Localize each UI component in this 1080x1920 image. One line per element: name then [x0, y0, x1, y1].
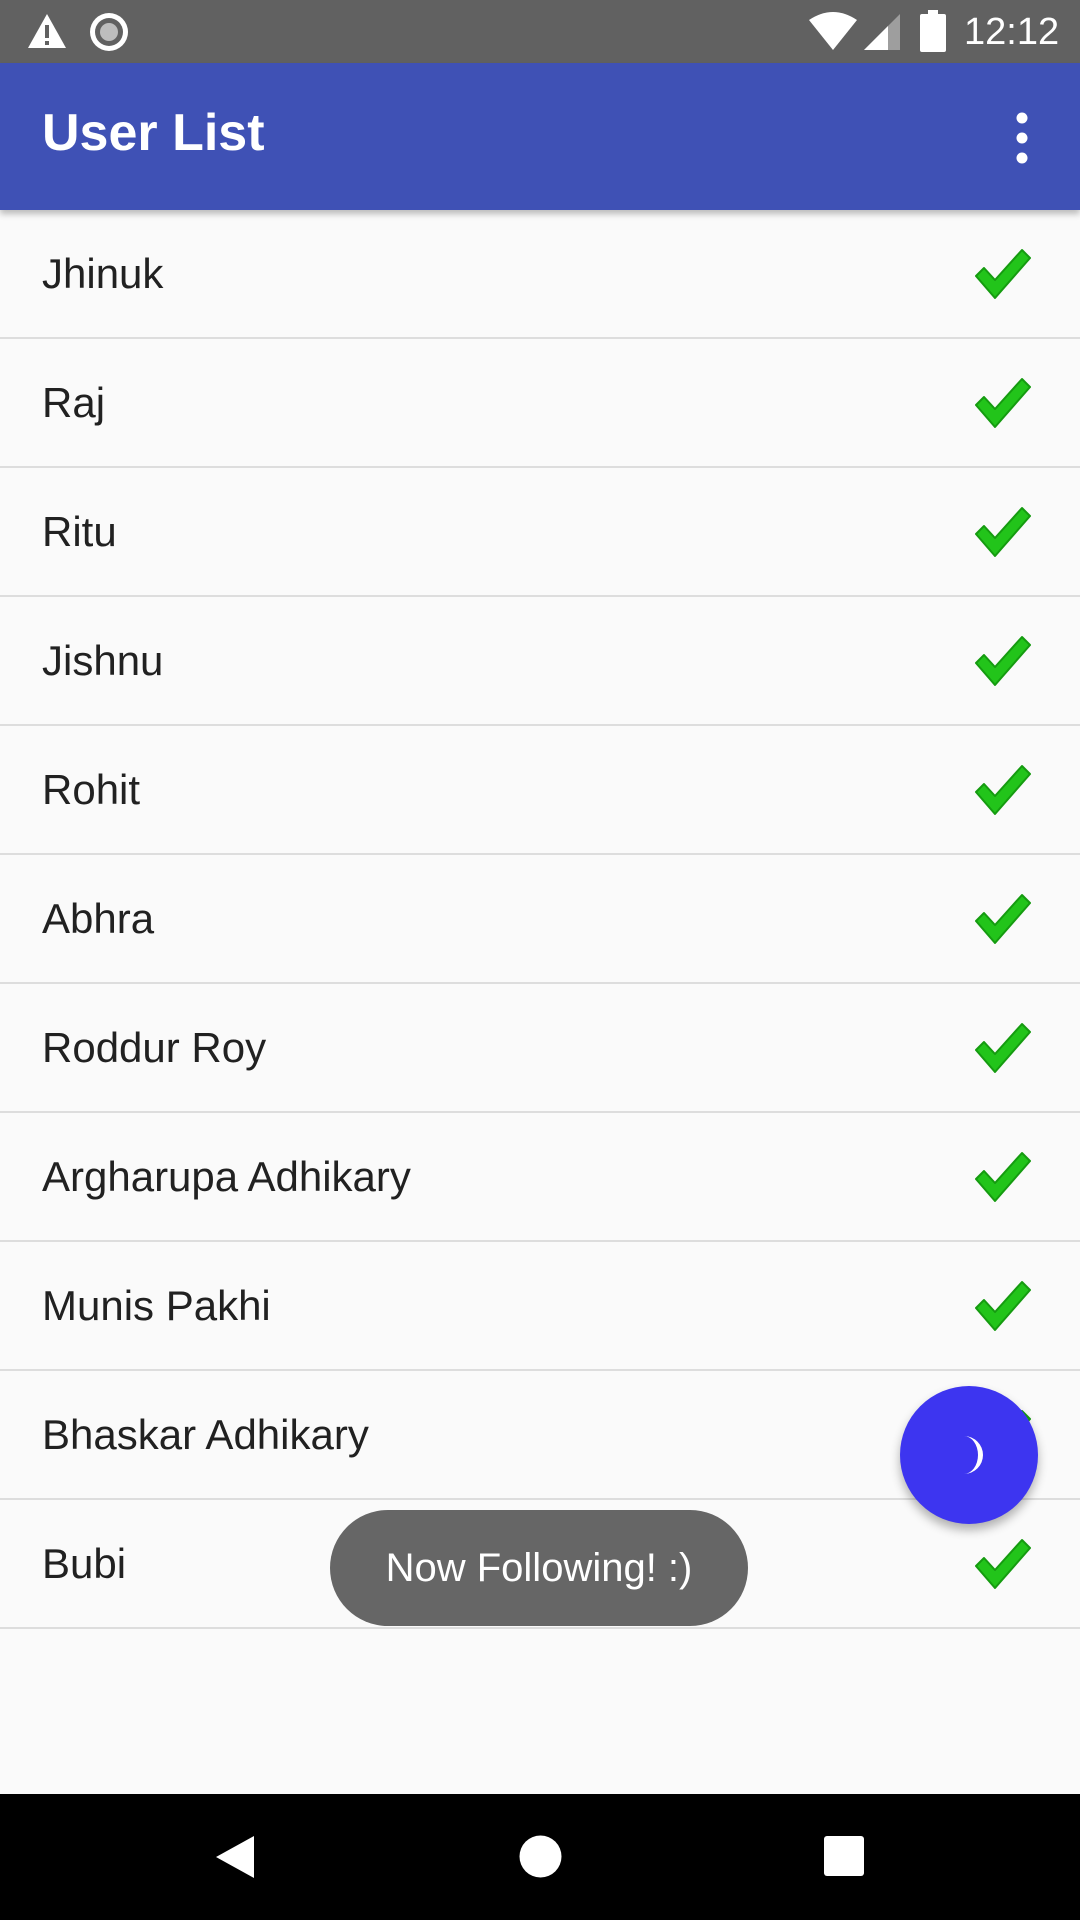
user-name: Roddur Roy — [42, 1024, 267, 1071]
wifi-icon — [809, 12, 857, 50]
recents-icon[interactable] — [824, 1836, 864, 1876]
back-icon[interactable] — [214, 1834, 256, 1880]
user-name: Munis Pakhi — [42, 1282, 271, 1329]
user-name: Jishnu — [42, 637, 164, 684]
moon-icon — [964, 1436, 983, 1474]
list-item[interactable]: Abhra — [0, 855, 1080, 984]
check-icon — [975, 636, 1031, 686]
check-icon — [975, 1539, 1031, 1589]
app-bar: User List — [0, 63, 1080, 210]
check-icon — [975, 507, 1031, 557]
list-item[interactable]: Raj — [0, 339, 1080, 468]
theme-toggle-button[interactable] — [900, 1386, 1038, 1524]
user-name: Raj — [42, 379, 106, 426]
list-item[interactable]: Ritu — [0, 468, 1080, 597]
list-item[interactable]: Rohit — [0, 726, 1080, 855]
list-item[interactable]: Munis Pakhi — [0, 1242, 1080, 1371]
user-name: Bubi — [42, 1540, 127, 1587]
check-icon — [975, 765, 1031, 815]
list-item[interactable]: Jishnu — [0, 597, 1080, 726]
check-icon — [975, 378, 1031, 428]
user-name: Abhra — [42, 895, 155, 942]
list-item[interactable]: Argharupa Adhikary — [0, 1113, 1080, 1242]
record-icon — [90, 13, 128, 51]
user-name: Bhaskar Adhikary — [42, 1411, 369, 1458]
check-icon — [975, 1281, 1031, 1331]
user-name: Ritu — [42, 508, 117, 555]
navigation-bar — [0, 1794, 1080, 1920]
user-name: Jhinuk — [42, 250, 164, 297]
page-title: User List — [42, 104, 265, 162]
user-name: Rohit — [42, 766, 141, 813]
check-icon — [975, 1152, 1031, 1202]
warning-icon — [28, 14, 66, 48]
check-icon — [975, 249, 1031, 299]
list-item[interactable]: Roddur Roy — [0, 984, 1080, 1113]
status-bar: 12:12 — [0, 0, 1080, 63]
list-item[interactable]: Jhinuk — [0, 210, 1080, 339]
clock: 12:12 — [964, 11, 1060, 53]
check-icon — [975, 1023, 1031, 1073]
user-name: Argharupa Adhikary — [42, 1153, 411, 1200]
signal-icon — [864, 14, 900, 50]
toast-message: Now Following! :) — [330, 1510, 748, 1626]
home-icon[interactable] — [519, 1835, 562, 1878]
overflow-menu-icon[interactable] — [1000, 103, 1050, 173]
battery-icon — [920, 10, 946, 52]
check-icon — [975, 894, 1031, 944]
